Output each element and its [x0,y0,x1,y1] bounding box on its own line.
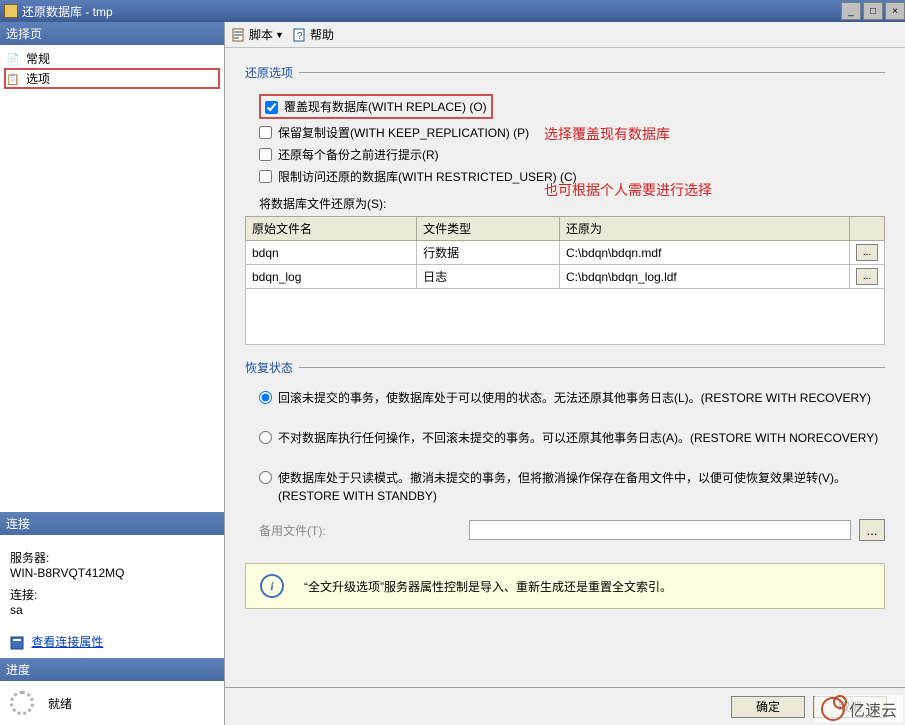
cell-path: C:\bdqn\bdqn.mdf [560,241,850,265]
overwrite-label: 覆盖现有数据库(WITH REPLACE) (O) [284,98,487,115]
info-text: “全文升级选项”服务器属性控制是导入、重新生成还是重置全文索引。 [304,578,672,595]
col-browse [850,217,885,241]
connection-section: 服务器: WIN-B8RVQT412MQ 连接: sa 查看连接属性 [0,535,224,658]
connection-props-icon [10,636,24,650]
progress-spinner-icon [10,691,34,715]
server-value: WIN-B8RVQT412MQ [10,566,214,580]
prompt-each-label: 还原每个备份之前进行提示(R) [278,146,439,163]
standby-file-label: 备用文件(T): [259,522,469,539]
server-label: 服务器: [10,549,214,566]
window-title: 还原数据库 - tmp [22,3,839,20]
page-options[interactable]: 选项 [4,68,220,89]
script-label: 脚本 [249,26,273,43]
script-button[interactable]: 脚本 ▼ [231,26,284,43]
page-general[interactable]: 常规 [4,49,220,68]
norecovery-radio[interactable] [259,431,272,444]
table-row[interactable]: bdqn_log 日志 C:\bdqn\bdqn_log.ldf ... [246,265,885,289]
annotation-1: 选择覆盖现有数据库 [544,124,670,144]
info-icon: i [260,574,284,598]
close-button[interactable]: × [885,2,905,20]
dialog-footer: 确定 取消 [225,687,905,725]
watermark: 亿速云 [815,695,903,723]
info-box: i “全文升级选项”服务器属性控制是导入、重新生成还是重置全文索引。 [245,563,885,609]
standby-browse-button[interactable]: ... [859,519,885,541]
cell-name: bdqn [246,241,417,265]
cell-name: bdqn_log [246,265,417,289]
select-page-header: 选择页 [0,22,224,45]
annotation-2: 也可根据个人需要进行选择 [544,180,712,200]
overwrite-checkbox[interactable] [265,101,278,114]
norecovery-label: 不对数据库执行任何操作，不回滚未提交的事务。可以还原其他事务日志(A)。(RES… [278,429,878,447]
page-options-label: 选项 [26,70,50,87]
view-connection-props-link[interactable]: 查看连接属性 [31,633,103,650]
keep-replication-label: 保留复制设置(WITH KEEP_REPLICATION) (P) [278,124,529,141]
cell-type: 行数据 [417,241,560,265]
chevron-down-icon: ▼ [275,30,284,40]
conn-label: 连接: [10,586,214,603]
cell-type: 日志 [417,265,560,289]
page-options-icon [6,72,22,86]
col-file-type[interactable]: 文件类型 [417,217,560,241]
toolbar: 脚本 ▼ ? 帮助 [225,22,905,48]
keep-replication-checkbox[interactable] [259,126,272,139]
help-icon: ? [292,27,308,43]
restricted-checkbox[interactable] [259,170,272,183]
prompt-each-checkbox[interactable] [259,148,272,161]
help-label: 帮助 [310,26,334,43]
page-selector: 常规 选项 [0,45,224,93]
restricted-label: 限制访问还原的数据库(WITH RESTRICTED_USER) (C) [278,168,577,185]
connection-header: 连接 [0,512,224,535]
browse-path-button[interactable]: ... [856,268,878,285]
standby-file-input[interactable] [469,520,851,540]
recovery-legend: 恢复状态 [245,359,299,376]
watermark-text: 亿速云 [849,697,897,721]
script-icon [231,27,247,43]
overwrite-option-highlight: 覆盖现有数据库(WITH REPLACE) (O) [259,94,493,119]
maximize-button[interactable]: □ [863,2,883,20]
restore-files-table: 原始文件名 文件类型 还原为 bdqn 行数据 C:\bdqn\bdqn.mdf… [245,216,885,345]
col-restore-as[interactable]: 还原为 [560,217,850,241]
window-icon [4,4,18,18]
page-general-label: 常规 [26,50,50,67]
window-controls: _ □ × [839,2,905,20]
restore-options-section: 还原选项 覆盖现有数据库(WITH REPLACE) (O) 保留复制设置(WI… [245,64,885,345]
browse-path-button[interactable]: ... [856,244,878,261]
col-original-file[interactable]: 原始文件名 [246,217,417,241]
recovery-label: 回滚未提交的事务，使数据库处于可以使用的状态。无法还原其他事务日志(L)。(RE… [278,389,871,407]
progress-section: 就绪 [0,681,224,725]
svg-text:?: ? [297,31,303,42]
table-row[interactable]: bdqn 行数据 C:\bdqn\bdqn.mdf ... [246,241,885,265]
standby-label: 使数据库处于只读模式。撤消未提交的事务，但将撤消操作保存在备用文件中，以便可使恢… [278,469,885,505]
watermark-logo-icon [821,697,845,721]
standby-radio[interactable] [259,471,272,484]
left-panel: 选择页 常规 选项 连接 服务器: WIN-B8RVQT412MQ 连接: sa… [0,22,225,725]
recovery-radio[interactable] [259,391,272,404]
titlebar: 还原数据库 - tmp _ □ × [0,0,905,22]
ok-button[interactable]: 确定 [731,696,805,718]
help-button[interactable]: ? 帮助 [292,26,334,43]
progress-header: 进度 [0,658,224,681]
cell-path: C:\bdqn\bdqn_log.ldf [560,265,850,289]
minimize-button[interactable]: _ [841,2,861,20]
recovery-state-section: 恢复状态 回滚未提交的事务，使数据库处于可以使用的状态。无法还原其他事务日志(L… [245,359,885,541]
page-general-icon [6,52,22,66]
progress-status: 就绪 [48,695,72,712]
restore-options-legend: 还原选项 [245,64,299,81]
conn-value: sa [10,603,214,617]
